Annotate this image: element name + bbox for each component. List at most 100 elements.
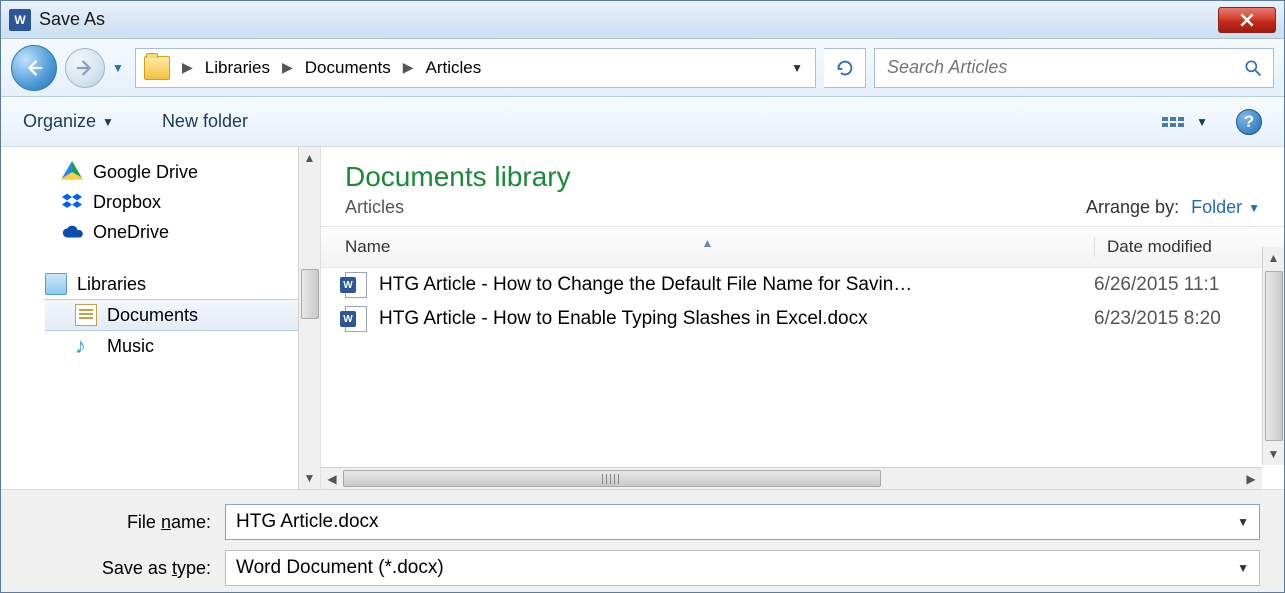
sidebar-item-libraries[interactable]: Libraries [1,269,320,299]
close-icon [1240,13,1254,27]
music-icon: ♪ [75,335,97,357]
column-name[interactable]: Name ▲ [321,237,1094,257]
sidebar-item-dropbox[interactable]: Dropbox [1,187,320,217]
horizontal-scrollbar[interactable]: ◀ ▶ [321,467,1262,489]
window-title: Save As [39,9,105,30]
file-list: HTG Article - How to Change the Default … [321,268,1284,467]
word-document-icon [345,272,367,298]
close-button[interactable] [1218,7,1276,33]
search-box[interactable] [874,48,1274,88]
body: Google Drive Dropbox OneDrive [1,147,1284,489]
sidebar-scrollbar[interactable]: ▲ ▼ [298,147,320,489]
arrange-by-control[interactable]: Arrange by: Folder ▼ [1086,197,1260,218]
chevron-down-icon: ▼ [1248,201,1260,215]
forward-button[interactable] [65,48,105,88]
sidebar-item-label: Music [107,336,154,357]
scrollbar-thumb[interactable] [343,470,881,487]
chevron-down-icon[interactable]: ▼ [1237,561,1249,575]
libraries-icon [45,273,67,295]
scroll-down-icon[interactable]: ▼ [1263,443,1284,465]
organize-button[interactable]: Organize ▼ [23,111,114,132]
scroll-right-icon[interactable]: ▶ [1240,468,1262,489]
breadcrumb-item[interactable]: Documents [301,58,395,78]
library-title: Documents library [345,161,571,193]
savetype-value: Word Document (*.docx) [236,557,444,579]
savetype-label: Save as type: [25,558,225,579]
search-icon [1243,58,1263,78]
column-date[interactable]: Date modified [1094,237,1284,257]
breadcrumb-dropdown-icon[interactable]: ▼ [783,61,811,75]
recent-locations-dropdown[interactable]: ▼ [109,59,127,77]
scrollbar-thumb[interactable] [1265,271,1283,441]
sidebar: Google Drive Dropbox OneDrive [1,147,321,489]
view-icon [1162,111,1190,133]
arrow-right-icon [74,57,96,79]
column-date-label: Date modified [1107,237,1212,256]
nav-row: ▼ ▶ Libraries ▶ Documents ▶ Articles ▼ [1,39,1284,97]
breadcrumb-sep-icon: ▶ [274,59,301,76]
search-input[interactable] [885,56,1235,79]
sidebar-item-label: Google Drive [93,162,198,183]
filename-value: HTG Article.docx [236,511,379,533]
sidebar-item-label: Libraries [77,274,146,295]
arrow-left-icon [23,57,45,79]
arrange-by-label: Arrange by: [1086,197,1179,218]
breadcrumb-sep-icon: ▶ [174,59,201,76]
sort-asc-icon: ▲ [702,236,714,250]
column-headers[interactable]: Name ▲ Date modified [321,226,1284,268]
file-row[interactable]: HTG Article - How to Change the Default … [321,268,1284,302]
chevron-down-icon[interactable]: ▼ [1237,515,1249,529]
sidebar-item-onedrive[interactable]: OneDrive [1,217,320,247]
file-row[interactable]: HTG Article - How to Enable Typing Slash… [321,302,1284,336]
sidebar-item-label: Documents [107,305,198,326]
help-button[interactable]: ? [1236,109,1262,135]
library-subtitle: Articles [345,197,571,218]
sidebar-item-documents[interactable]: Documents [45,299,320,331]
vertical-scrollbar[interactable]: ▲ ▼ [1262,247,1284,465]
chevron-down-icon: ▼ [112,61,124,75]
filename-label: File name: [25,512,225,533]
scroll-up-icon[interactable]: ▲ [1263,247,1284,269]
library-header: Documents library Articles Arrange by: F… [321,147,1284,226]
main-pane: Documents library Articles Arrange by: F… [321,147,1284,489]
column-name-label: Name [345,237,390,256]
toolbar: Organize ▼ New folder ▼ ? [1,97,1284,147]
chevron-down-icon: ▼ [102,115,114,129]
scroll-up-icon[interactable]: ▲ [299,147,320,169]
google-drive-icon [61,161,83,183]
view-options-button[interactable]: ▼ [1162,111,1208,133]
breadcrumb-item[interactable]: Articles [422,58,486,78]
onedrive-icon [61,221,83,243]
file-date: 6/23/2015 8:20 [1094,308,1284,330]
refresh-icon [834,57,856,79]
folder-icon [144,56,170,80]
organize-label: Organize [23,111,96,132]
dropbox-icon [61,191,83,213]
file-name: HTG Article - How to Enable Typing Slash… [379,308,1082,330]
scrollbar-track[interactable] [343,468,1240,489]
scroll-down-icon[interactable]: ▼ [299,467,320,489]
titlebar: W Save As [1,1,1284,39]
sidebar-item-google-drive[interactable]: Google Drive [1,157,320,187]
back-button[interactable] [11,45,57,91]
breadcrumb-item[interactable]: Libraries [201,58,274,78]
sidebar-item-label: Dropbox [93,192,161,213]
breadcrumb-bar[interactable]: ▶ Libraries ▶ Documents ▶ Articles ▼ [135,48,816,88]
word-icon: W [9,9,31,31]
new-folder-label: New folder [162,111,248,132]
chevron-down-icon: ▼ [1196,115,1208,129]
sidebar-item-label: OneDrive [93,222,169,243]
savetype-select[interactable]: Word Document (*.docx) ▼ [225,550,1260,586]
file-name: HTG Article - How to Change the Default … [379,274,1082,296]
documents-icon [75,304,97,326]
refresh-button[interactable] [824,48,866,88]
save-fields: File name: HTG Article.docx ▼ Save as ty… [1,489,1284,592]
file-date: 6/26/2015 11:1 [1094,274,1284,296]
new-folder-button[interactable]: New folder [162,111,248,132]
scroll-left-icon[interactable]: ◀ [321,468,343,489]
scrollbar-thumb[interactable] [301,269,319,319]
sidebar-item-music[interactable]: ♪ Music [1,331,320,361]
arrange-by-value: Folder [1191,197,1242,218]
save-as-dialog: W Save As ▼ ▶ Libraries ▶ Documents ▶ Ar… [0,0,1285,593]
filename-input[interactable]: HTG Article.docx ▼ [225,504,1260,540]
